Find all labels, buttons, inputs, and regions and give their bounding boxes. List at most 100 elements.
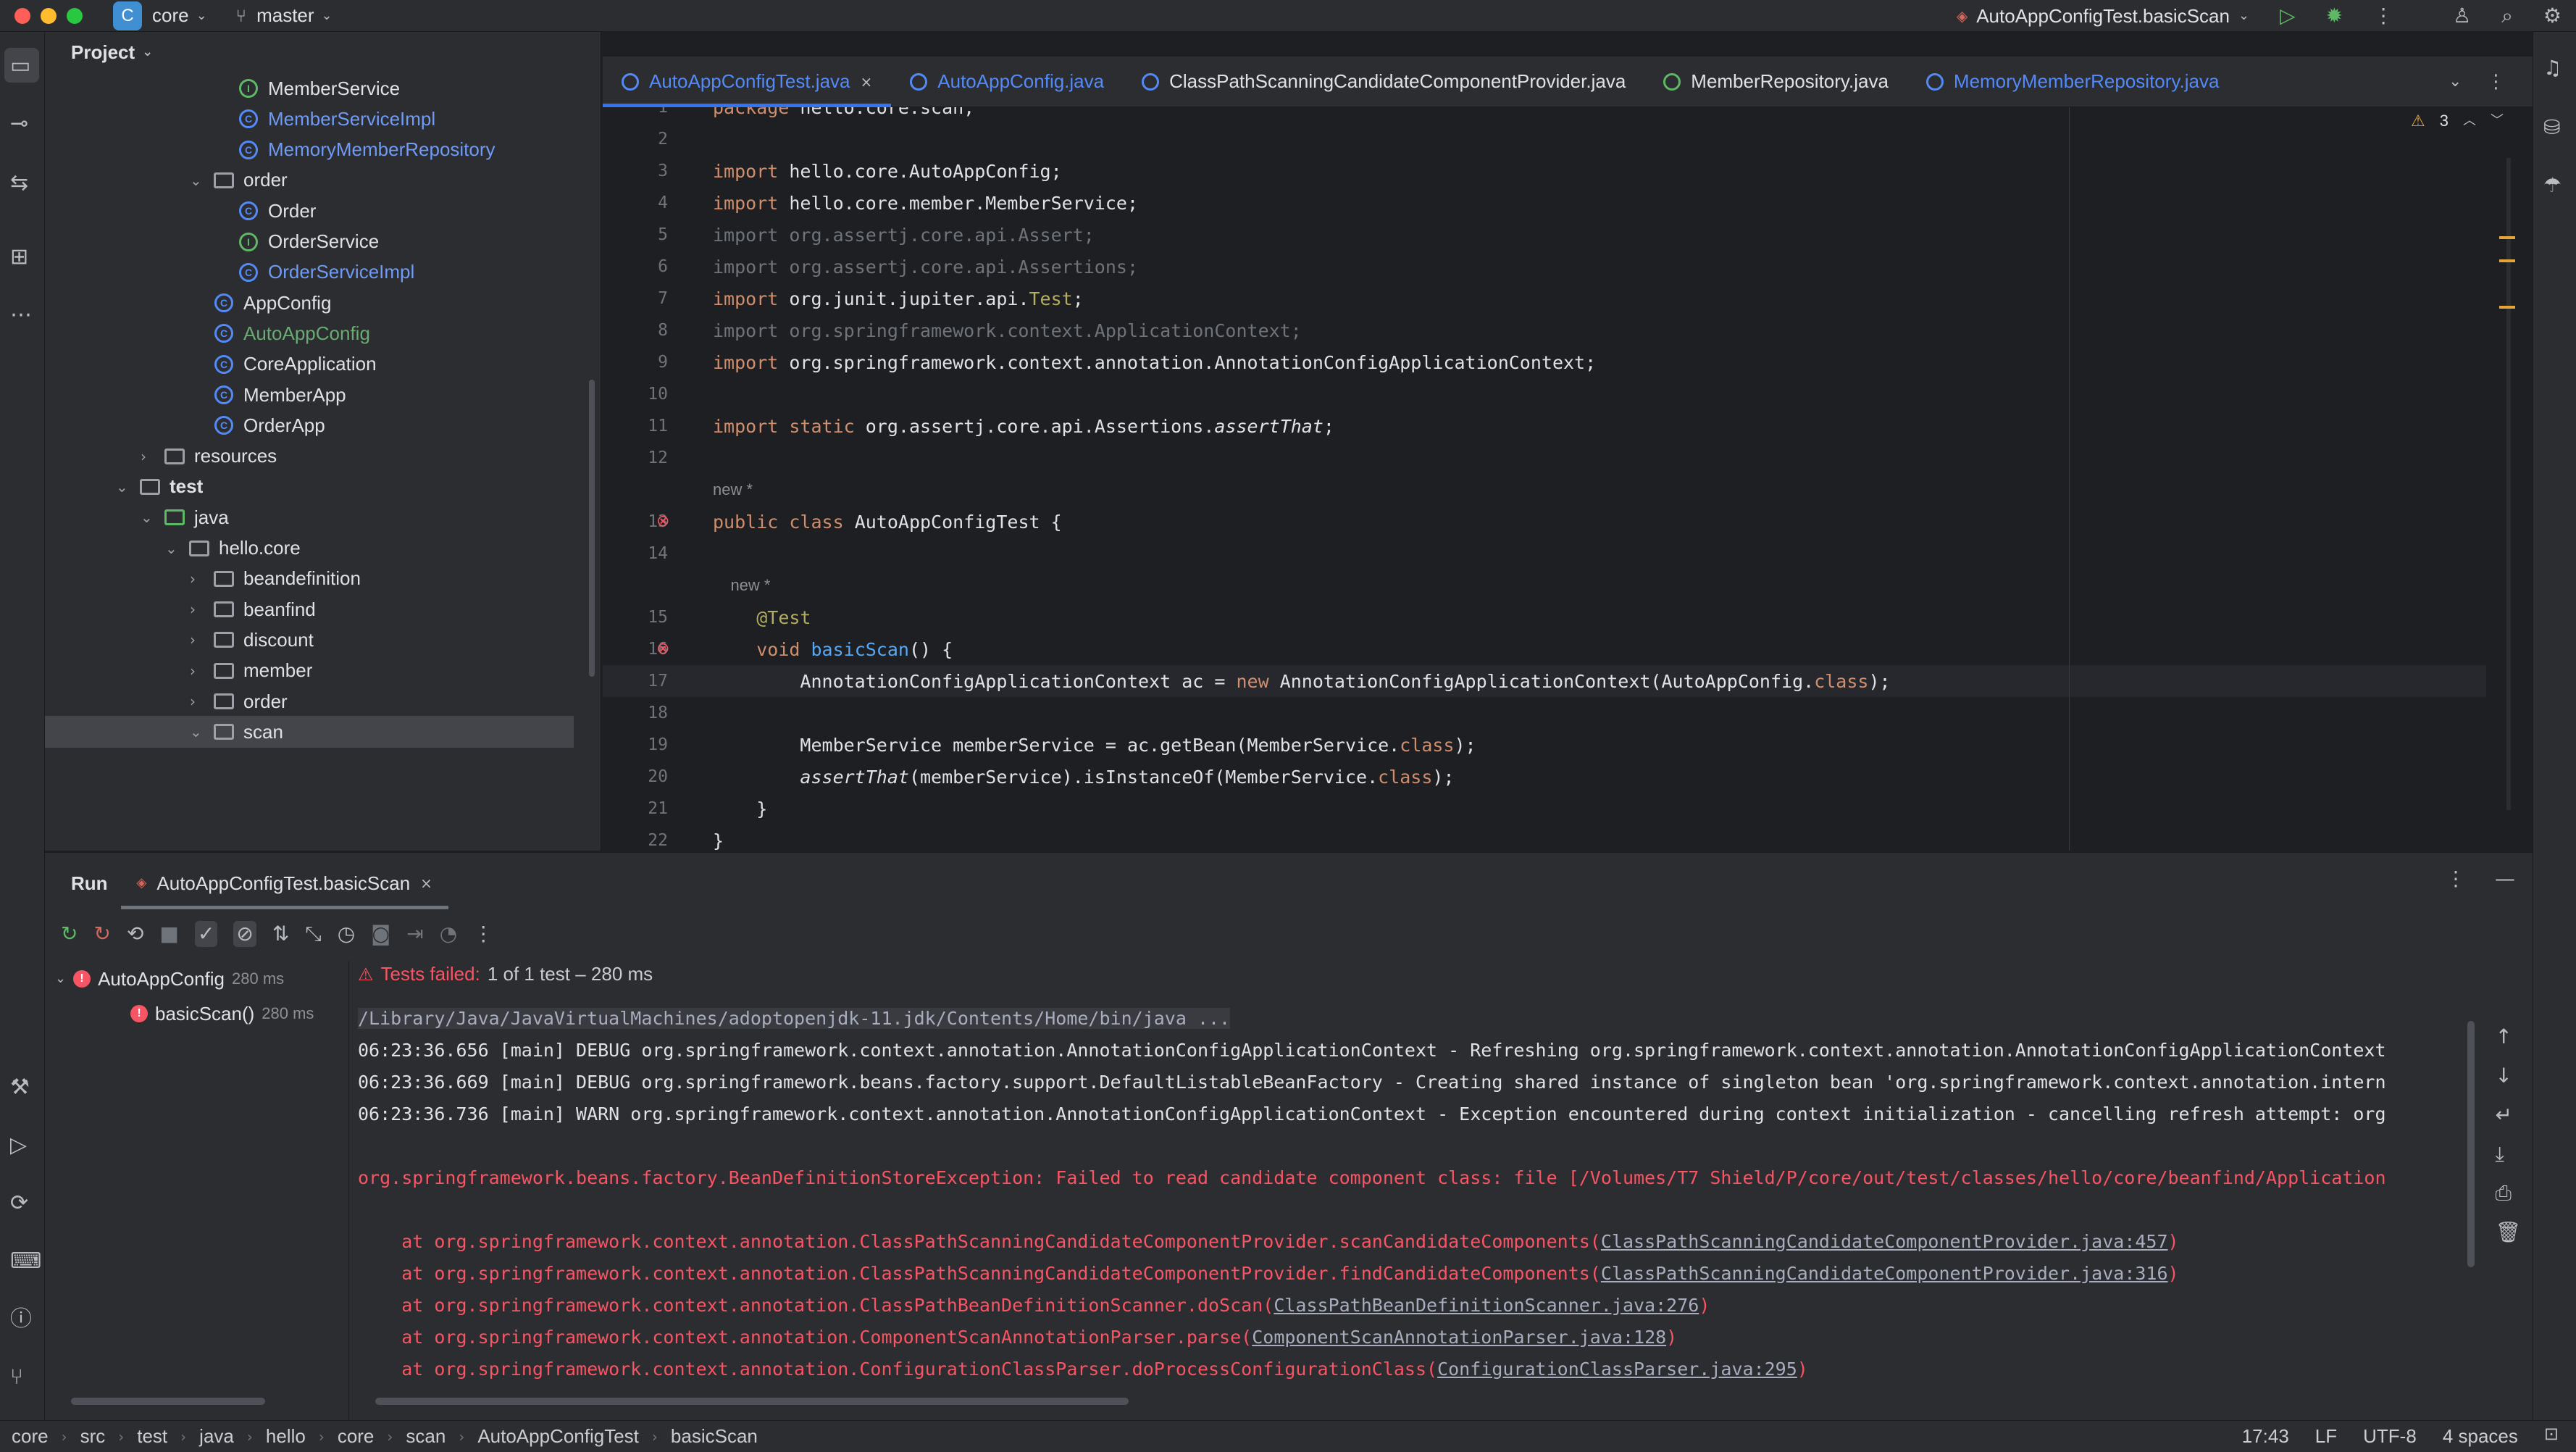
arrow-up-icon[interactable]: ↑ — [2495, 1027, 2521, 1047]
toggle-auto-test-icon[interactable]: ⟲ — [127, 924, 143, 944]
tree-row[interactable]: ⌄ order — [190, 164, 288, 196]
breadcrumb-item[interactable]: core — [12, 1425, 49, 1448]
editor-tab[interactable]: MemberRepository.java — [1644, 57, 1907, 107]
chevron-right-icon[interactable]: › — [190, 662, 212, 680]
breadcrumb-item[interactable]: hello — [266, 1425, 306, 1448]
chevron-right-icon[interactable]: › — [190, 570, 212, 588]
minimize-window-button[interactable] — [41, 7, 57, 24]
code-text[interactable]: import org.springframework.context.annot… — [713, 352, 1596, 373]
rerun-failed-icon[interactable]: ↻ — [93, 924, 110, 944]
tree-row[interactable]: › member — [190, 655, 312, 687]
code-text[interactable]: void basicScan() { — [713, 639, 953, 660]
warning-marker[interactable] — [2499, 306, 2515, 309]
more-actions-icon[interactable]: ⋮ — [2486, 72, 2505, 91]
close-icon[interactable]: × — [861, 75, 873, 89]
editor-tab[interactable]: ClassPathScanningCandidateComponentProvi… — [1123, 57, 1644, 107]
code-text[interactable]: import org.junit.jupiter.api.Test; — [713, 288, 1084, 309]
console-output[interactable]: /Library/Java/JavaVirtualMachines/adopto… — [358, 1002, 2502, 1437]
tree-row[interactable]: › resources — [141, 441, 277, 472]
database-icon[interactable]: ⛁ — [2543, 117, 2560, 138]
tree-row[interactable]: › beandefinition — [190, 563, 361, 595]
tree-row[interactable]: ⌄ test — [116, 471, 203, 503]
editor-tab[interactable]: AutoAppConfig.java — [891, 57, 1123, 107]
commit-icon[interactable]: ⊸ — [10, 113, 28, 135]
run-test-gutter-icon[interactable]: ⊗ — [656, 641, 669, 657]
close-icon[interactable]: × — [420, 876, 432, 890]
editor-scrollbar[interactable] — [2506, 158, 2511, 810]
editor-tab[interactable]: AutoAppConfigTest.java × — [603, 57, 892, 107]
test-tree-row-method[interactable]: ! basicScan() 280 ms — [45, 996, 348, 1031]
collapse-icon[interactable]: ⤡ — [305, 924, 321, 944]
caret-position[interactable]: 17:43 — [2242, 1425, 2289, 1448]
coverage-icon[interactable]: ◔ — [440, 924, 457, 944]
soft-wrap-icon[interactable]: ↵ — [2495, 1105, 2521, 1125]
more-actions-icon[interactable]: ⋮ — [2446, 869, 2466, 889]
code-text[interactable]: assertThat(memberService).isInstanceOf(M… — [713, 767, 1454, 788]
chevron-right-icon[interactable]: › — [190, 693, 212, 710]
structure-icon[interactable]: ⊞ — [10, 246, 28, 268]
tree-row[interactable]: C MemberApp — [190, 379, 346, 411]
tree-row[interactable]: › order — [190, 685, 288, 717]
gradle-icon[interactable]: ☂ — [2543, 175, 2562, 196]
zoom-window-button[interactable] — [67, 7, 83, 24]
debug-icon[interactable]: ✹ — [2326, 6, 2343, 26]
screenshot-icon[interactable]: ◙ — [371, 924, 390, 944]
git-icon[interactable]: ⑂ — [10, 1367, 23, 1388]
search-icon[interactable]: ⌕ — [2501, 6, 2513, 26]
chevron-up-icon[interactable]: ︿ — [2463, 114, 2476, 128]
chevron-down-icon[interactable]: ⌄ — [190, 172, 212, 189]
code-text[interactable]: import org.assertj.core.api.Assert; — [713, 225, 1095, 246]
more-actions-icon[interactable]: ⋮ — [473, 924, 493, 944]
branch-selector[interactable]: master — [256, 4, 314, 27]
tree-row[interactable]: C OrderServiceImpl — [214, 256, 414, 288]
more-actions-icon[interactable]: ⋮ — [2373, 6, 2393, 26]
stack-trace-link[interactable]: ConfigurationClassParser.java:295 — [1437, 1359, 1797, 1380]
terminal-icon[interactable]: ⌨ — [10, 1251, 41, 1272]
stop-icon[interactable]: ■ — [159, 924, 178, 944]
code-editor[interactable]: ⚠ 3 ︿ ﹀ 1 package hello.core.scan; 2 3 impor… — [603, 107, 2533, 851]
show-ignored-icon[interactable]: ⊘ — [233, 921, 256, 947]
file-encoding[interactable]: UTF-8 — [2363, 1425, 2417, 1448]
chevron-down-icon[interactable]: ﹀ — [2491, 114, 2504, 128]
close-window-button[interactable] — [14, 7, 30, 24]
code-text[interactable]: public class AutoAppConfigTest { — [713, 512, 1062, 533]
tree-row[interactable]: C OrderApp — [190, 409, 325, 441]
console-command[interactable]: /Library/Java/JavaVirtualMachines/adopto… — [358, 1007, 1231, 1029]
code-text[interactable]: @Test — [713, 607, 811, 628]
code-text[interactable]: import hello.core.member.MemberService; — [713, 193, 1138, 214]
scroll-to-end-icon[interactable]: ⤓ — [2495, 1144, 2521, 1164]
pull-request-icon[interactable]: ⇆ — [10, 172, 28, 194]
code-text[interactable]: } — [713, 798, 767, 819]
project-selector[interactable]: core — [152, 4, 189, 27]
services-icon[interactable]: ⟳ — [10, 1193, 28, 1214]
code-text[interactable]: } — [713, 830, 724, 851]
breadcrumb-item[interactable]: src — [80, 1425, 106, 1448]
notifications-icon[interactable]: ♫ — [2543, 58, 2562, 78]
chevron-down-icon[interactable]: ⌄ — [165, 540, 187, 557]
line-separator[interactable]: LF — [2315, 1425, 2337, 1448]
tree-row[interactable]: C AppConfig — [190, 287, 331, 319]
run-icon[interactable]: ▷ — [2280, 6, 2296, 26]
breadcrumb-item[interactable]: AutoAppConfigTest — [477, 1425, 639, 1448]
print-icon[interactable]: ⎙ — [2495, 1183, 2521, 1203]
run-tab[interactable]: ◈ AutoAppConfigTest.basicScan × — [120, 853, 449, 914]
build-icon[interactable]: ⚒ — [10, 1077, 30, 1098]
tree-row[interactable]: I OrderService — [214, 226, 379, 258]
add-user-icon[interactable]: ♙ — [2453, 6, 2471, 26]
tree-row[interactable]: C MemoryMemberRepository — [214, 134, 495, 166]
arrow-down-icon[interactable]: ↓ — [2495, 1066, 2521, 1086]
editor-tab[interactable]: MemoryMemberRepository.java — [1907, 57, 2238, 107]
tree-row[interactable]: › discount — [190, 624, 314, 656]
chevron-down-icon[interactable]: ⌄ — [190, 723, 212, 740]
indent-setting[interactable]: 4 spaces — [2443, 1425, 2518, 1448]
settings-icon[interactable]: ⚙ — [2543, 6, 2562, 26]
tree-row[interactable]: ⌄ java — [141, 501, 229, 533]
code-text[interactable]: MemberService memberService = ac.getBean… — [713, 735, 1476, 756]
breadcrumb-item[interactable]: test — [137, 1425, 167, 1448]
code-text[interactable]: AnnotationConfigApplicationContext ac = … — [713, 671, 1890, 692]
breadcrumb-item[interactable]: core — [338, 1425, 375, 1448]
chevron-right-icon[interactable]: › — [141, 448, 162, 465]
folder-icon[interactable]: ▭ — [10, 55, 30, 77]
run-tool-icon[interactable]: ▷ — [10, 1135, 27, 1156]
project-scrollbar[interactable] — [589, 380, 595, 677]
